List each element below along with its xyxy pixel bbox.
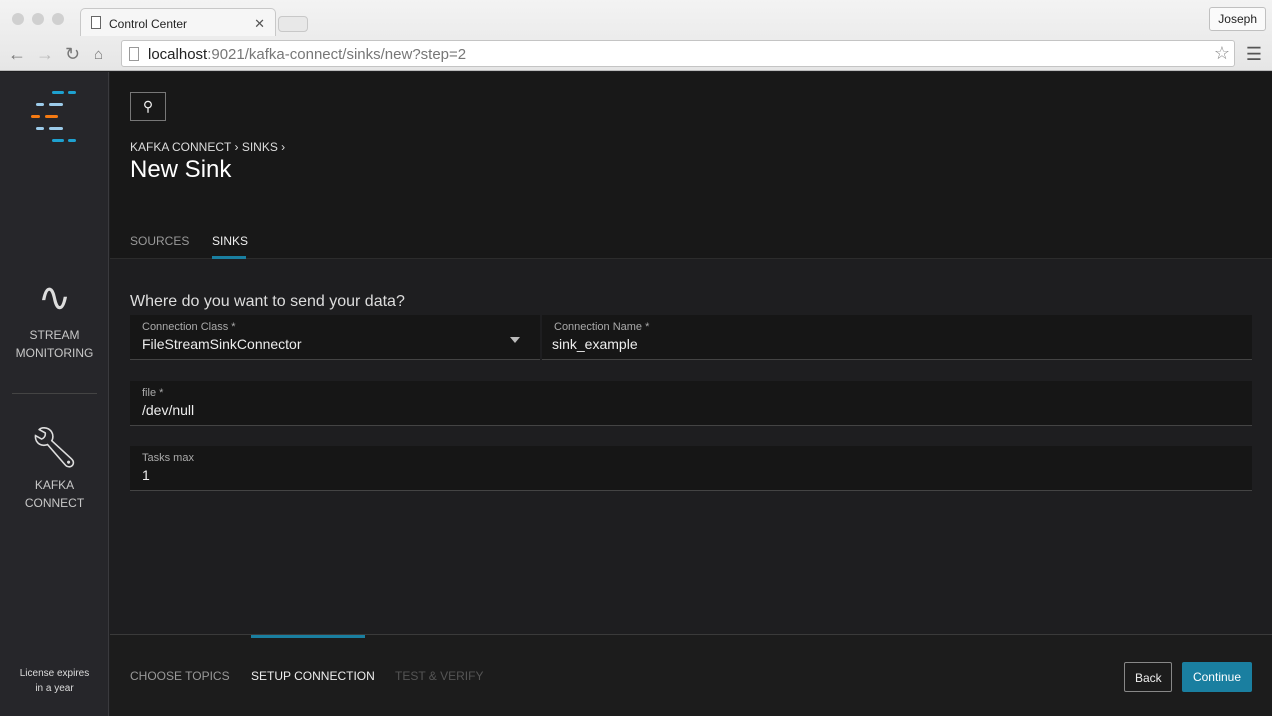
- reload-icon[interactable]: ↻: [65, 44, 80, 65]
- nav-label: MONITORING: [15, 346, 94, 360]
- page-icon: [91, 16, 101, 29]
- field-value: FileStreamSinkConnector: [142, 336, 302, 352]
- page-header: ⚲ KAFKA CONNECT › SINKS › New Sink SOURC…: [110, 72, 1272, 259]
- url-path: :9021/kafka-connect/sinks/new?step=2: [207, 46, 467, 63]
- close-tab-icon[interactable]: ✕: [254, 16, 265, 32]
- back-arrow-icon[interactable]: ←: [8, 44, 26, 65]
- browser-chrome: Control Center ✕ Joseph ← → ↻ ⌂ localhost…: [0, 0, 1272, 71]
- step-choose-topics[interactable]: CHOOSE TOPICS: [130, 669, 230, 683]
- page-icon: [129, 47, 139, 61]
- home-icon[interactable]: ⌂: [94, 46, 103, 63]
- field-label: Tasks max: [142, 452, 194, 464]
- back-button[interactable]: Back: [1124, 662, 1172, 692]
- license-text: License expires: [19, 668, 90, 679]
- breadcrumb-sinks[interactable]: SINKS: [242, 140, 278, 154]
- nav-label: KAFKA: [34, 478, 75, 492]
- file-input[interactable]: file * /dev/null: [130, 381, 1252, 426]
- connection-class-select[interactable]: Connection Class * FileStreamSinkConnect…: [130, 315, 540, 360]
- step-test-verify: TEST & VERIFY: [395, 669, 484, 683]
- profile-button[interactable]: Joseph: [1209, 7, 1266, 31]
- field-label: file *: [142, 387, 164, 399]
- address-bar[interactable]: localhost:9021/kafka-connect/sinks/new?s…: [121, 40, 1235, 67]
- step-setup-connection[interactable]: SETUP CONNECTION: [251, 669, 375, 683]
- bookmark-star-icon[interactable]: ☆: [1214, 43, 1230, 64]
- dropdown-caret-icon: [510, 337, 520, 343]
- url-host: localhost: [148, 46, 208, 63]
- tasks-max-input[interactable]: Tasks max 1: [130, 446, 1252, 491]
- maximize-window-button[interactable]: [52, 13, 64, 25]
- breadcrumb: KAFKA CONNECT › SINKS ›: [130, 140, 286, 154]
- license-text: in a year: [35, 683, 74, 694]
- close-window-button[interactable]: [12, 13, 24, 25]
- breadcrumb-kafka-connect[interactable]: KAFKA CONNECT: [130, 140, 231, 154]
- active-tab-indicator: [212, 256, 246, 259]
- active-step-indicator: [251, 635, 365, 638]
- field-value: 1: [142, 467, 150, 483]
- divider: [12, 393, 97, 394]
- tab-sources[interactable]: SOURCES: [130, 234, 189, 248]
- new-tab-button[interactable]: [278, 16, 308, 32]
- wizard-footer: CHOOSE TOPICS SETUP CONNECTION TEST & VE…: [110, 634, 1272, 716]
- minimize-window-button[interactable]: [32, 13, 44, 25]
- pulse-icon: ∿: [37, 276, 72, 320]
- forward-arrow-icon[interactable]: →: [36, 44, 54, 65]
- page-title: New Sink: [130, 156, 232, 183]
- search-button[interactable]: ⚲: [130, 92, 166, 121]
- browser-tab[interactable]: Control Center ✕: [80, 8, 276, 36]
- nav-label: CONNECT: [24, 496, 85, 510]
- nav-label: STREAM: [29, 328, 80, 342]
- wrench-icon: 🔧︎: [29, 426, 80, 470]
- sidebar-item-kafka-connect[interactable]: 🔧︎ KAFKA CONNECT: [0, 426, 109, 512]
- field-value: /dev/null: [142, 402, 195, 418]
- tab-sinks[interactable]: SINKS: [212, 234, 248, 248]
- form-question: Where do you want to send your data?: [130, 293, 405, 310]
- sidebar-item-stream-monitoring[interactable]: ∿ STREAM MONITORING: [0, 276, 109, 362]
- menu-icon[interactable]: ☰: [1246, 44, 1262, 65]
- field-label: Connection Class *: [142, 321, 236, 333]
- continue-button[interactable]: Continue: [1182, 662, 1252, 692]
- connection-name-input[interactable]: Connection Name * sink_example: [542, 315, 1252, 360]
- field-label: Connection Name *: [554, 321, 650, 333]
- license-notice: License expires in a year: [0, 666, 109, 696]
- tab-title: Control Center: [109, 17, 188, 31]
- sidebar: ∿ STREAM MONITORING 🔧︎ KAFKA CONNECT Lic…: [0, 72, 109, 716]
- field-value: sink_example: [552, 336, 638, 352]
